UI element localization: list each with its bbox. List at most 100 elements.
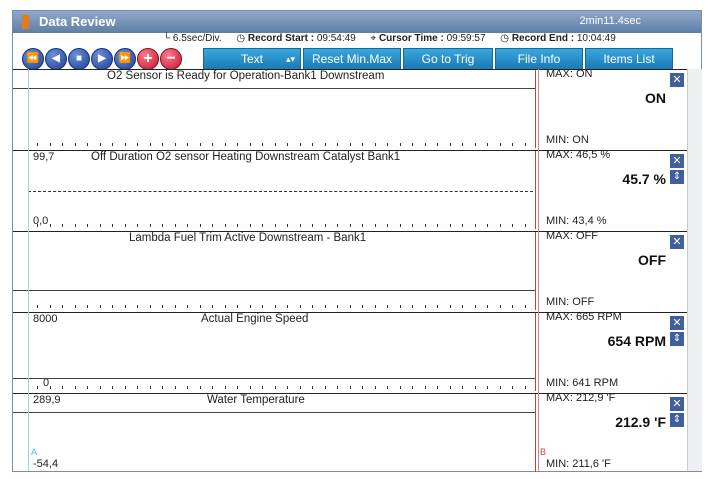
go-to-trig-button[interactable]: Go to Trig	[403, 48, 493, 70]
tick-mark	[424, 224, 426, 227]
tick-mark	[274, 305, 276, 308]
min-value: MIN: 43,4 %	[546, 215, 607, 227]
tick-mark	[174, 386, 176, 389]
channel-plot: Lambda Fuel Trim Active Downstream - Ban…	[13, 232, 536, 310]
tick-mark	[212, 224, 213, 227]
stop-button[interactable]: ■	[68, 48, 90, 70]
scale-updown-icon[interactable]: ⇕	[670, 332, 684, 346]
scale-updown-icon[interactable]: ⇕	[670, 170, 684, 184]
tick-mark	[299, 143, 301, 146]
tick-mark	[412, 305, 413, 308]
tick-mark	[474, 143, 476, 146]
tick-mark	[349, 224, 351, 227]
scale-indicator: └ 6.5sec/Div.	[163, 33, 222, 44]
channel-name: Lambda Fuel Trim Active Downstream - Ban…	[129, 232, 367, 244]
tick-mark	[349, 386, 351, 389]
value-panel: MAX: OFF OFF MIN: OFF	[536, 230, 666, 310]
data-review-window: Data Review 2min11.4sec └ 6.5sec/Div. ◷ …	[12, 10, 702, 472]
tick-mark	[99, 143, 101, 146]
step-back-button[interactable]: ◀	[45, 48, 67, 70]
tick-mark	[287, 224, 288, 227]
tick-mark	[487, 386, 488, 389]
close-channel-icon[interactable]: ✕	[670, 73, 684, 87]
close-channel-icon[interactable]: ✕	[670, 316, 684, 330]
tick-mark	[437, 305, 438, 308]
scale-updown-icon[interactable]: ⇕	[670, 413, 684, 427]
vertical-scrollbar[interactable]	[687, 69, 702, 471]
tick-mark	[287, 305, 288, 308]
record-start: ◷ Record Start : 09:54:49	[236, 33, 356, 44]
min-value: MIN: OFF	[546, 296, 595, 308]
items-list-button[interactable]: Items List	[585, 48, 673, 70]
tick-mark	[312, 224, 313, 227]
tick-mark	[237, 386, 238, 389]
title-bar: Data Review 2min11.4sec	[13, 11, 701, 33]
tick-mark	[437, 143, 438, 146]
scale-high: 8000	[33, 313, 58, 325]
current-value: 654 RPM	[607, 333, 666, 349]
tick-mark	[387, 386, 388, 389]
tick-mark	[137, 143, 138, 146]
tick-mark	[37, 305, 38, 308]
file-info-button[interactable]: File Info	[495, 48, 583, 70]
plot-separator	[13, 88, 535, 89]
min-value: MIN: 641 RPM	[546, 377, 619, 389]
channel-name: O2 Sensor is Ready for Operation-Bank1 D…	[107, 70, 385, 82]
tick-mark	[374, 305, 376, 308]
tick-mark	[524, 224, 526, 227]
tick-mark	[237, 305, 238, 308]
tick-mark	[462, 386, 463, 389]
tick-mark	[374, 224, 376, 227]
text-mode-select[interactable]: Text ▴▾	[203, 48, 301, 70]
tick-mark	[174, 305, 176, 308]
tick-mark	[249, 386, 251, 389]
tick-mark	[412, 143, 413, 146]
step-forward-button[interactable]: ▶	[91, 48, 113, 70]
tick-mark	[62, 143, 63, 146]
tick-mark	[512, 305, 513, 308]
toolbar: ⏪ ◀ ■ ▶ ⏩ + − Text ▴▾ Reset Min.Max Go t…	[13, 47, 701, 70]
remove-channel-button[interactable]: −	[160, 48, 182, 70]
value-panel: MAX: 212,9 'F 212.9 'F MIN: 211,6 'F	[536, 392, 666, 472]
tick-mark	[49, 386, 51, 389]
channel-name: Off Duration O2 sensor Heating Downstrea…	[91, 151, 401, 163]
tick-mark	[424, 143, 426, 146]
tick-mark	[324, 386, 326, 389]
cursor-b-line[interactable]	[538, 69, 539, 471]
add-channel-button[interactable]: +	[137, 48, 159, 70]
forward-fast-button[interactable]: ⏩	[114, 48, 136, 70]
tick-mark	[162, 305, 163, 308]
rewind-fast-button[interactable]: ⏪	[22, 48, 44, 70]
tick-mark	[337, 386, 338, 389]
channel-plot: 8000 Actual Engine Speed 0	[13, 313, 536, 391]
max-value: MAX: 665 RPM	[546, 311, 622, 323]
current-value: 45.7 %	[622, 171, 666, 187]
tick-mark	[99, 224, 101, 227]
reset-minmax-button[interactable]: Reset Min.Max	[303, 48, 401, 70]
tick-mark	[87, 224, 88, 227]
close-channel-icon[interactable]: ✕	[670, 235, 684, 249]
tick-mark	[112, 305, 113, 308]
tick-mark	[274, 224, 276, 227]
tick-mark	[212, 386, 213, 389]
tick-mark	[524, 305, 526, 308]
close-channel-icon[interactable]: ✕	[670, 154, 684, 168]
tick-mark	[174, 143, 176, 146]
text-mode-label: Text	[240, 52, 263, 66]
tick-mark	[112, 143, 113, 146]
tick-mark	[199, 305, 201, 308]
tick-mark	[512, 386, 513, 389]
tick-mark	[374, 386, 376, 389]
tick-mark	[62, 224, 63, 227]
tick-mark	[449, 224, 451, 227]
current-value: ON	[645, 90, 666, 106]
tick-mark	[262, 224, 263, 227]
tick-mark	[412, 386, 413, 389]
tick-mark	[449, 143, 451, 146]
record-end: ◷ Record End : 10:04:49	[500, 33, 616, 44]
cursor-a-line[interactable]	[28, 69, 29, 471]
tick-mark	[424, 386, 426, 389]
tick-mark	[437, 386, 438, 389]
close-channel-icon[interactable]: ✕	[670, 397, 684, 411]
elapsed-time: 2min11.4sec	[579, 15, 641, 27]
